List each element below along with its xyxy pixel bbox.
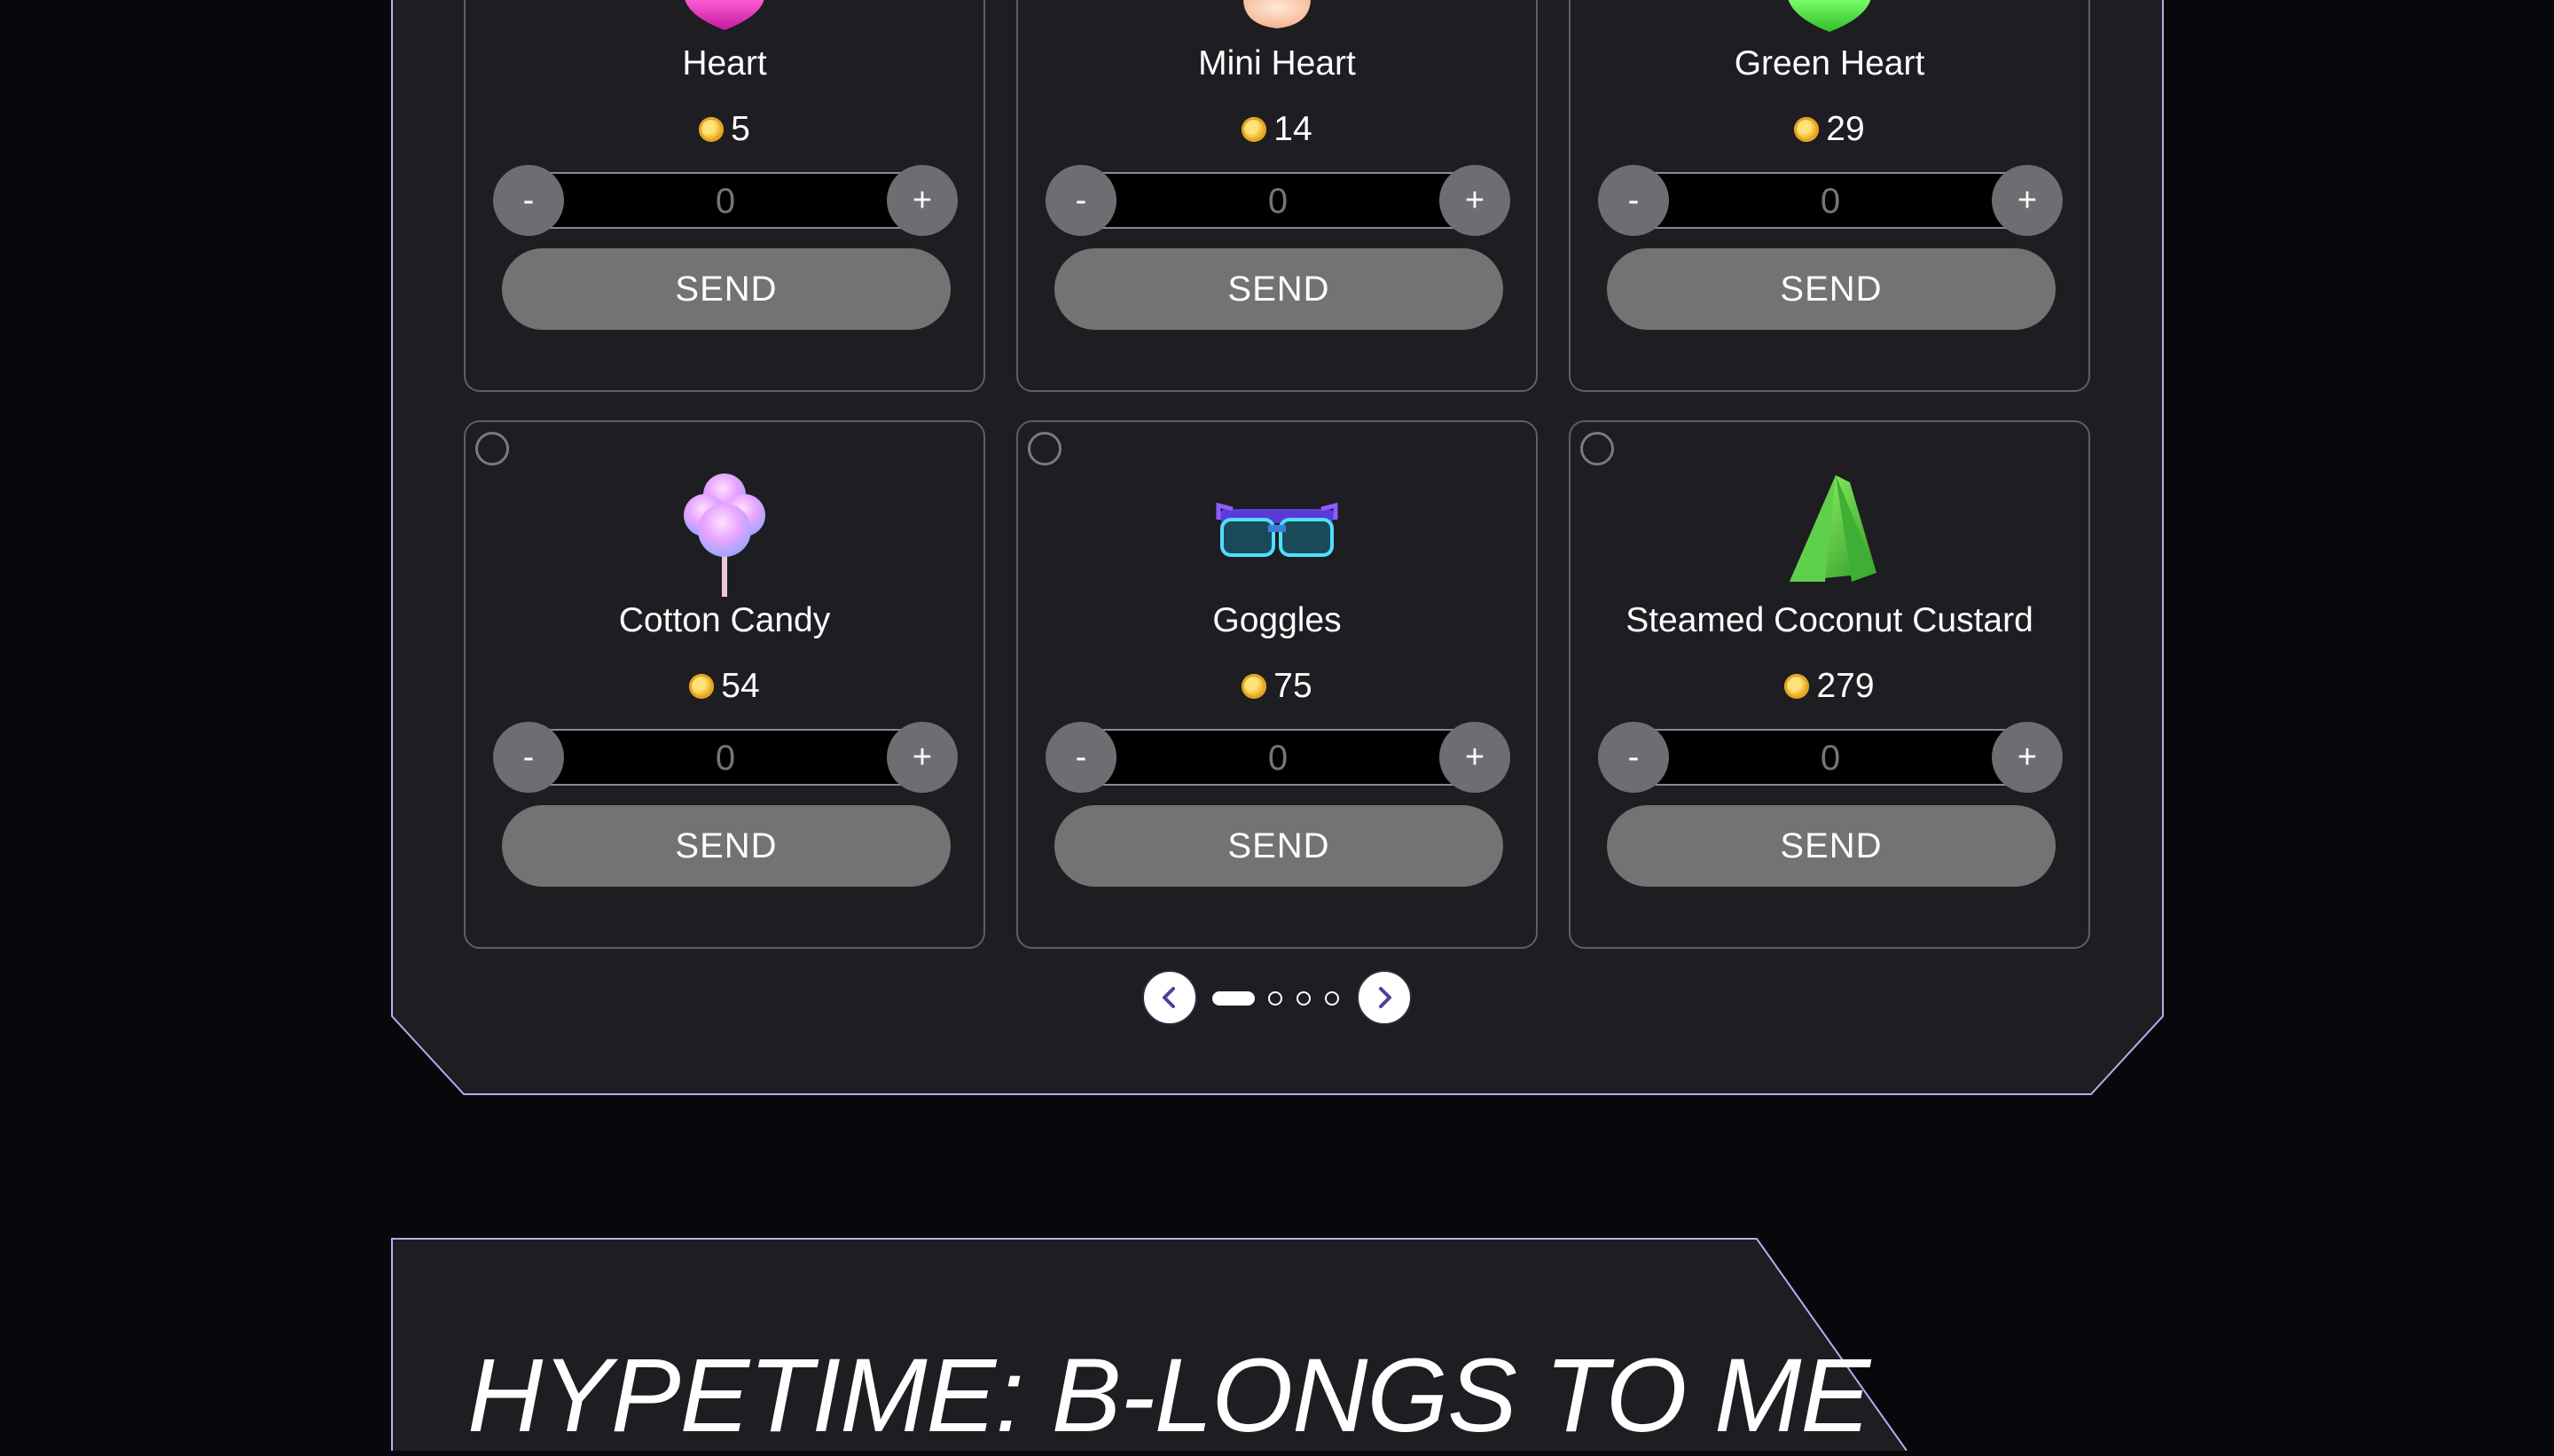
price-value: 54	[721, 667, 760, 705]
price-value: 29	[1826, 110, 1865, 148]
quantity-input[interactable]	[564, 731, 887, 786]
coin-icon	[1784, 674, 1810, 699]
send-button[interactable]: SEND	[1607, 248, 2056, 330]
increase-button[interactable]: +	[1992, 722, 2063, 793]
send-button[interactable]: SEND	[1607, 805, 2056, 887]
cotton-candy-icon	[684, 474, 765, 597]
send-button[interactable]: SEND	[502, 248, 951, 330]
quantity-input[interactable]	[564, 174, 887, 229]
gift-price: 5	[466, 110, 983, 149]
coconut-custard-icon	[1790, 475, 1876, 582]
gift-card-goggles[interactable]: Goggles 75 - + SEND	[1016, 420, 1538, 949]
increase-button[interactable]: +	[887, 722, 958, 793]
coin-icon	[689, 674, 715, 699]
page-dot-4[interactable]	[1325, 991, 1339, 1006]
quantity-stepper: - +	[1046, 165, 1510, 236]
quantity-stepper: - +	[1598, 722, 2063, 793]
quantity-stepper: - +	[1046, 722, 1510, 793]
gift-card-heart[interactable]: Heart 5 - + SEND	[464, 0, 985, 392]
price-value: 5	[731, 110, 750, 148]
section-title: HYPETIME: B-LONGS TO ME	[467, 1337, 1870, 1454]
decrease-button[interactable]: -	[1598, 165, 1669, 236]
gift-price: 75	[1018, 667, 1536, 706]
increase-button[interactable]: +	[1992, 165, 2063, 236]
select-radio[interactable]	[475, 432, 509, 466]
gift-card-mini-heart[interactable]: Mini Heart 14 - + SEND	[1016, 0, 1538, 392]
coin-icon	[1794, 117, 1820, 142]
quantity-input[interactable]	[1669, 174, 1992, 229]
gift-name: Green Heart	[1734, 44, 1925, 82]
gift-name: Mini Heart	[1198, 44, 1356, 82]
price-value: 75	[1273, 667, 1312, 705]
quantity-input[interactable]	[1669, 731, 1992, 786]
page-dot-1[interactable]	[1212, 991, 1255, 1006]
quantity-stepper: - +	[493, 722, 958, 793]
quantity-input[interactable]	[1116, 731, 1439, 786]
gift-card-cotton-candy[interactable]: Cotton Candy 54 - + SEND	[464, 420, 985, 949]
gift-price: 14	[1018, 110, 1536, 149]
gift-name: Steamed Coconut Custard	[1626, 601, 2033, 639]
decrease-button[interactable]: -	[1598, 722, 1669, 793]
gift-card-green-heart[interactable]: Green Heart 29 - + SEND	[1569, 0, 2090, 392]
gift-price: 54	[466, 667, 983, 706]
gift-name: Heart	[682, 44, 767, 82]
chevron-right-icon	[1379, 987, 1391, 1008]
price-value: 279	[1816, 667, 1875, 705]
increase-button[interactable]: +	[887, 165, 958, 236]
coin-icon	[1242, 117, 1267, 142]
select-radio[interactable]	[1580, 432, 1614, 466]
quantity-input[interactable]	[1116, 174, 1439, 229]
decrease-button[interactable]: -	[493, 722, 564, 793]
decrease-button[interactable]: -	[1046, 722, 1116, 793]
decrease-button[interactable]: -	[493, 165, 564, 236]
page-dot-2[interactable]	[1268, 991, 1282, 1006]
gift-price: 29	[1571, 110, 2088, 149]
gift-card-steamed-coconut-custard[interactable]: Steamed Coconut Custard 279 - + SEND	[1569, 420, 2090, 949]
gift-name: Goggles	[1212, 601, 1342, 639]
gift-name: Cotton Candy	[618, 601, 831, 639]
next-page-button[interactable]	[1357, 970, 1412, 1025]
goggles-icon	[1216, 502, 1338, 557]
coin-icon	[1242, 674, 1267, 699]
decrease-button[interactable]: -	[1046, 165, 1116, 236]
coin-icon	[699, 117, 725, 142]
quantity-stepper: - +	[1598, 165, 2063, 236]
quantity-stepper: - +	[493, 165, 958, 236]
select-radio[interactable]	[1028, 432, 1062, 466]
increase-button[interactable]: +	[1439, 165, 1510, 236]
peach-heart-icon	[1243, 0, 1311, 28]
send-button[interactable]: SEND	[1054, 248, 1503, 330]
previous-page-button[interactable]	[1142, 970, 1197, 1025]
send-button[interactable]: SEND	[1054, 805, 1503, 887]
chevron-left-icon	[1163, 987, 1175, 1008]
pagination	[1142, 970, 1412, 1027]
increase-button[interactable]: +	[1439, 722, 1510, 793]
page-dot-3[interactable]	[1297, 991, 1311, 1006]
hype-section: HYPETIME: B-LONGS TO ME	[391, 1238, 1908, 1454]
send-button[interactable]: SEND	[502, 805, 951, 887]
gift-price: 279	[1571, 667, 2088, 706]
price-value: 14	[1273, 110, 1312, 148]
gift-panel: Heart 5 - + SEND Mini Heart 14 - + SEND	[391, 0, 2164, 1096]
